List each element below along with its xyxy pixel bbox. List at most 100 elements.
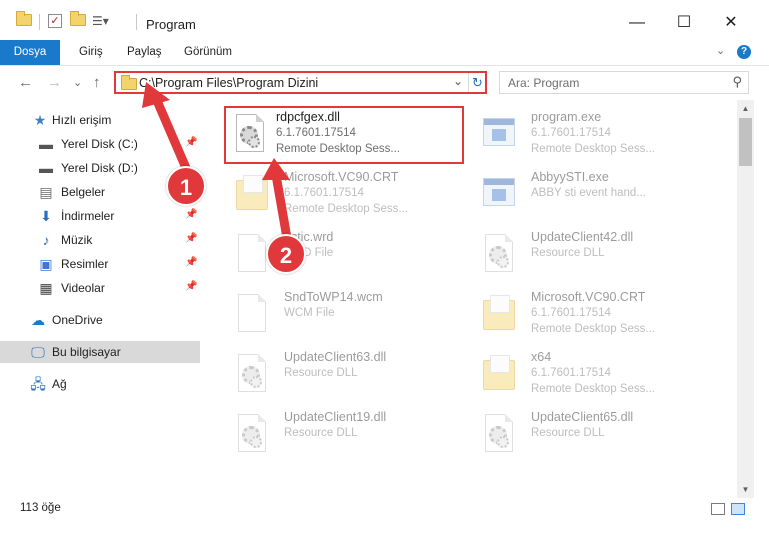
search-icon[interactable]: ⚲ <box>732 74 742 90</box>
file-version: 6.1.7601.17514 <box>531 307 611 319</box>
file-tile-x64[interactable]: x64 6.1.7601.17514 Remote Desktop Sess..… <box>475 348 715 404</box>
tab-view[interactable]: Görünüm <box>184 40 232 65</box>
help-icon[interactable]: ? <box>737 45 751 59</box>
file-name: Microsoft.VC90.CRT <box>531 290 646 304</box>
pin-icon[interactable]: 📌 <box>185 233 197 244</box>
file-description: Remote Desktop Sess... <box>531 143 655 155</box>
sidebar-item-label: Yerel Disk (C:) <box>61 137 138 151</box>
sidebar-item-label: Bu bilgisayar <box>52 345 121 359</box>
maximize-button[interactable]: ☐ <box>661 8 707 38</box>
recent-locations-button[interactable]: ⌄ <box>73 76 82 89</box>
back-button[interactable]: ← <box>18 74 33 91</box>
file-tile-actic-wrd[interactable]: actic.wrd WRD File <box>228 228 468 284</box>
pin-icon[interactable]: 📌 <box>185 137 197 148</box>
refresh-button[interactable]: ↻ <box>468 73 486 92</box>
videos-icon: ▦ <box>39 280 53 296</box>
file-tile-updateclient63[interactable]: UpdateClient63.dll Resource DLL <box>228 348 468 404</box>
file-tile-updateclient65[interactable]: UpdateClient65.dll Resource DLL <box>475 408 715 464</box>
sidebar-item-local-disk-c[interactable]: ▬ Yerel Disk (C:) 📌 <box>0 133 200 155</box>
title-bar: ✓ ☰▾ Program — ☐ ✕ <box>0 0 769 40</box>
pin-icon[interactable]: 📌 <box>185 281 197 292</box>
file-version: 6.1.7601.17514 <box>284 187 364 199</box>
scroll-up-icon[interactable]: ▲ <box>737 100 754 117</box>
sidebar-item-quick-access[interactable]: ★ Hızlı erişim <box>0 109 200 131</box>
large-icons-view-icon[interactable] <box>731 503 745 515</box>
pin-icon[interactable]: 📌 <box>185 257 197 268</box>
properties-icon[interactable]: ✓ <box>48 14 62 28</box>
star-icon: ★ <box>33 112 47 128</box>
sidebar-item-label: Hızlı erişim <box>52 113 112 127</box>
sidebar-item-onedrive[interactable]: ☁ OneDrive <box>0 309 200 331</box>
address-bar[interactable]: C:\Program Files\Program Dizini ⌄ ↻ <box>114 71 487 94</box>
scrollbar-thumb[interactable] <box>739 118 752 166</box>
folder-icon <box>121 75 137 90</box>
search-input[interactable]: Ara: Program ⚲ <box>499 71 749 94</box>
documents-icon: ▤ <box>39 184 53 200</box>
drive-icon: ▬ <box>39 160 53 176</box>
file-tile-rdpcfgex[interactable]: rdpcfgex.dll 6.1.7601.17514 Remote Deskt… <box>224 106 464 164</box>
navigation-pane: ★ Hızlı erişim ▬ Yerel Disk (C:) 📌 ▬ Yer… <box>0 104 203 486</box>
file-version: 6.1.7601.17514 <box>531 127 611 139</box>
file-name: Microsoft.VC90.CRT <box>284 170 399 184</box>
pin-icon[interactable]: 📌 <box>185 209 197 220</box>
file-tile-sndtowp14[interactable]: SndToWP14.wcm WCM File <box>228 288 468 344</box>
forward-button[interactable]: → <box>47 74 62 91</box>
folder-icon <box>481 352 515 396</box>
tab-file[interactable]: Dosya <box>0 40 60 65</box>
dll-icon <box>232 112 266 156</box>
sidebar-item-this-pc[interactable]: 🖵 Bu bilgisayar <box>0 341 200 363</box>
vertical-scrollbar[interactable]: ▲ ▼ <box>737 100 754 498</box>
file-tile-updateclient42[interactable]: UpdateClient42.dll Resource DLL <box>475 228 715 284</box>
cloud-icon: ☁ <box>31 312 45 328</box>
file-description: Remote Desktop Sess... <box>531 323 655 335</box>
sidebar-item-label: Resimler <box>61 257 109 271</box>
close-button[interactable]: ✕ <box>708 8 754 38</box>
dll-icon <box>481 412 515 456</box>
dll-icon <box>481 232 515 276</box>
window-title: Program <box>146 17 196 32</box>
scroll-down-icon[interactable]: ▼ <box>737 481 754 498</box>
details-view-icon[interactable] <box>711 503 725 515</box>
file-icon <box>234 232 268 276</box>
file-tile-program-exe[interactable]: program.exe 6.1.7601.17514 Remote Deskto… <box>475 108 715 164</box>
sidebar-item-label: OneDrive <box>52 313 103 327</box>
sidebar-item-music[interactable]: ♪ Müzik 📌 <box>0 229 200 251</box>
ribbon-tabs: Dosya Giriş Paylaş Görünüm ⌄ <box>0 40 769 66</box>
sidebar-item-downloads[interactable]: ⬇ İndirmeler 📌 <box>0 205 200 227</box>
minimize-button[interactable]: — <box>614 8 660 38</box>
file-tile-vc90-crt-2[interactable]: Microsoft.VC90.CRT 6.1.7601.17514 Remote… <box>475 288 715 344</box>
item-count: 113 öğe <box>20 502 61 514</box>
customize-quick-access-icon[interactable]: ☰▾ <box>92 14 109 28</box>
file-name: UpdateClient65.dll <box>531 410 634 424</box>
file-name: AbbyySTI.exe <box>531 170 609 184</box>
sidebar-item-network[interactable]: 🖧 Ağ <box>0 373 200 395</box>
folder-icon <box>16 11 32 26</box>
up-button[interactable]: ↑ <box>93 74 101 91</box>
file-description: ABBY sti event hand... <box>531 187 646 199</box>
sidebar-item-label: Yerel Disk (D:) <box>61 161 138 175</box>
status-bar: 113 öğe <box>0 498 769 520</box>
dll-icon <box>234 352 268 396</box>
file-tile-abbyysti[interactable]: AbbyySTI.exe ABBY sti event hand... <box>475 168 715 224</box>
file-tile-vc90-crt[interactable]: Microsoft.VC90.CRT 6.1.7601.17514 Remote… <box>228 168 468 224</box>
ribbon-expand-icon[interactable]: ⌄ <box>716 44 725 57</box>
sidebar-item-pictures[interactable]: ▣ Resimler 📌 <box>0 253 200 275</box>
file-name: program.exe <box>531 110 602 124</box>
new-folder-icon[interactable] <box>70 11 86 26</box>
tab-share[interactable]: Paylaş <box>127 40 162 65</box>
divider <box>136 14 137 30</box>
pictures-icon: ▣ <box>39 256 53 272</box>
address-dropdown-icon[interactable]: ⌄ <box>453 74 463 88</box>
sidebar-item-label: Videolar <box>61 281 105 295</box>
file-description: Remote Desktop Sess... <box>276 143 400 155</box>
file-type: Resource DLL <box>531 427 605 439</box>
step-2-badge: 2 <box>266 234 306 274</box>
step-1-badge: 1 <box>166 166 206 206</box>
computer-icon: 🖵 <box>31 344 45 360</box>
tab-home[interactable]: Giriş <box>79 40 103 65</box>
file-type: WCM File <box>284 307 335 319</box>
address-path[interactable]: C:\Program Files\Program Dizini <box>139 76 318 90</box>
sidebar-item-videos[interactable]: ▦ Videolar 📌 <box>0 277 200 299</box>
file-version: 6.1.7601.17514 <box>276 127 356 139</box>
file-tile-updateclient19[interactable]: UpdateClient19.dll Resource DLL <box>228 408 468 464</box>
